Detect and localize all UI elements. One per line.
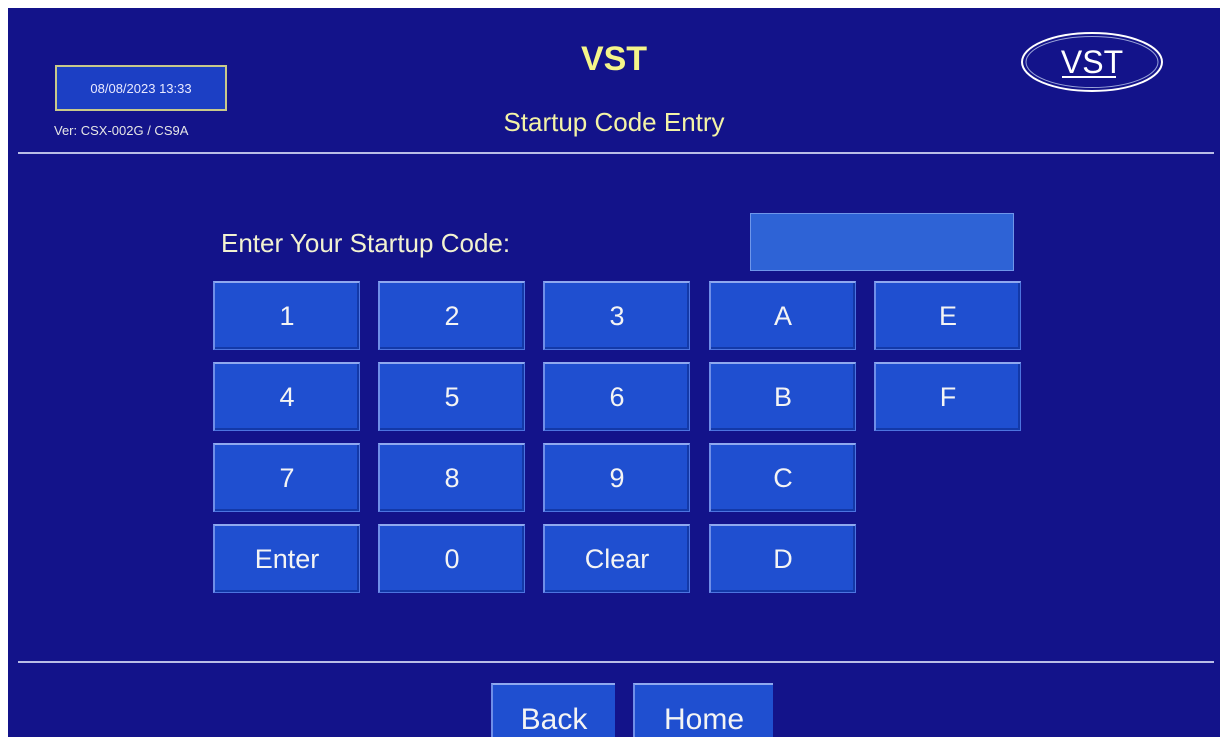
key-d[interactable]: D <box>709 524 856 593</box>
page-title: Startup Code Entry <box>503 107 725 137</box>
key-f[interactable]: F <box>874 362 1021 431</box>
key-b[interactable]: B <box>709 362 856 431</box>
enter-button[interactable]: Enter <box>213 524 360 593</box>
key-2[interactable]: 2 <box>378 281 525 350</box>
home-button[interactable]: Home <box>633 683 773 737</box>
startup-code-field[interactable] <box>750 213 1014 271</box>
back-button[interactable]: Back <box>491 683 615 737</box>
key-3[interactable]: 3 <box>543 281 690 350</box>
key-9[interactable]: 9 <box>543 443 690 512</box>
key-7[interactable]: 7 <box>213 443 360 512</box>
key-e[interactable]: E <box>874 281 1021 350</box>
logo-text: VST <box>1061 44 1123 80</box>
key-6[interactable]: 6 <box>543 362 690 431</box>
key-a[interactable]: A <box>709 281 856 350</box>
vst-logo: VST <box>1021 32 1163 92</box>
footer-divider <box>18 661 1214 663</box>
header-divider <box>18 152 1214 154</box>
hmi-screen: 08/08/2023 13:33 Ver: CSX-002G / CS9A VS… <box>8 8 1220 737</box>
key-0[interactable]: 0 <box>378 524 525 593</box>
key-c[interactable]: C <box>709 443 856 512</box>
key-1[interactable]: 1 <box>213 281 360 350</box>
key-8[interactable]: 8 <box>378 443 525 512</box>
startup-code-prompt: Enter Your Startup Code: <box>221 228 511 258</box>
key-4[interactable]: 4 <box>213 362 360 431</box>
clear-button[interactable]: Clear <box>543 524 690 593</box>
key-5[interactable]: 5 <box>378 362 525 431</box>
